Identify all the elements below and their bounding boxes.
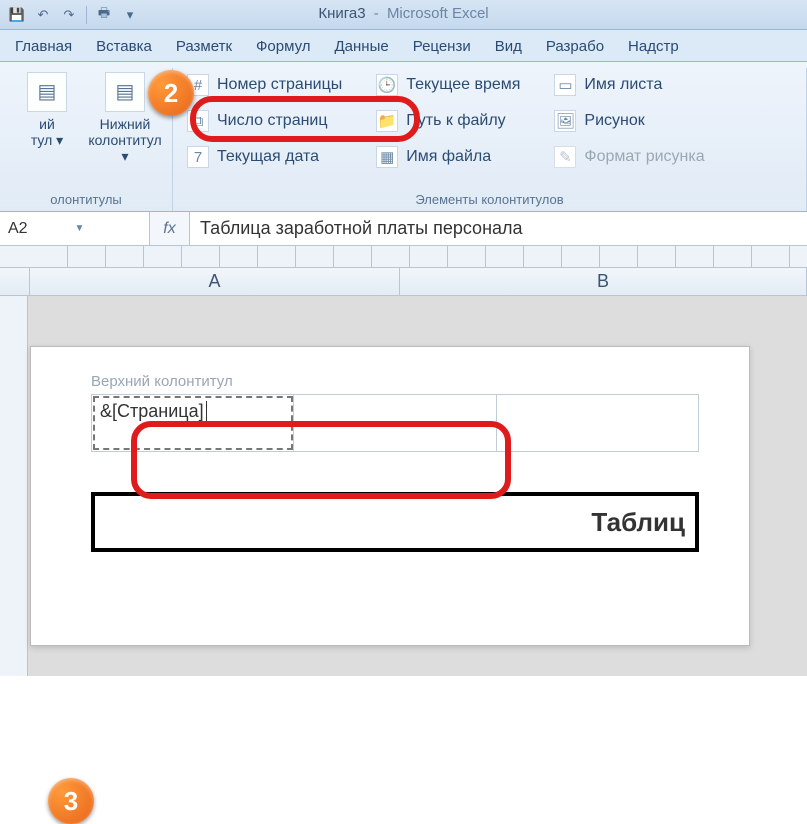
horizontal-ruler	[0, 246, 807, 268]
clock-icon: 🕒	[376, 74, 398, 96]
cmd-current-time-label: Текущее время	[406, 76, 520, 94]
bottom-footer-label-l2: колонтитул ▾	[86, 132, 164, 164]
header-left-value: &[Страница]	[100, 401, 204, 421]
app-name: Microsoft Excel	[387, 5, 489, 22]
format-picture-icon: ✎	[554, 146, 576, 168]
tab-review[interactable]: Рецензи	[402, 31, 482, 61]
cmd-file-name[interactable]: ▦ Имя файла	[370, 144, 526, 170]
cmd-current-date-label: Текущая дата	[217, 148, 319, 166]
worksheet-area: Верхний колонтитул &[Страница] Таблиц 3	[0, 296, 807, 676]
header-center-cell[interactable]	[294, 395, 496, 451]
filename-icon: ▦	[376, 146, 398, 168]
annotation-step-2: 2	[148, 70, 194, 116]
title-bar: 💾 ↶ ↷ 🖶 ▾ Книга3 - Microsoft Excel	[0, 0, 807, 30]
tab-formulas[interactable]: Формул	[245, 31, 322, 61]
header-left-cell[interactable]: &[Страница]	[92, 395, 294, 451]
cmd-sheet-name-label: Имя листа	[584, 76, 662, 94]
page-preview: Верхний колонтитул &[Страница] Таблиц	[30, 346, 750, 646]
column-header-a[interactable]: A	[30, 268, 400, 295]
top-header-label-l1: ий	[39, 116, 55, 132]
tab-addins[interactable]: Надстр	[617, 31, 690, 61]
page-count-icon: ⧉	[187, 110, 209, 132]
formula-input[interactable]: Таблица заработной платы персонала	[190, 212, 807, 245]
top-header-label-l2: тул ▾	[31, 132, 63, 148]
tab-home[interactable]: Главная	[4, 31, 83, 61]
cmd-current-date[interactable]: 7 Текущая дата	[181, 144, 348, 170]
header-icon: ▤	[27, 72, 67, 112]
header-section-label: Верхний колонтитул	[91, 373, 699, 390]
cmd-page-count-label: Число страниц	[217, 112, 328, 130]
footer-icon: ▤	[105, 72, 145, 112]
ribbon-group-headerfooter: ▤ ий тул ▾ ▤ Нижний колонтитул ▾ олонтит…	[0, 68, 173, 211]
date-icon: 7	[187, 146, 209, 168]
tab-pagelayout[interactable]: Разметк	[165, 31, 243, 61]
filepath-icon: 📁	[376, 110, 398, 132]
title-dash: -	[374, 5, 379, 22]
cmd-current-time[interactable]: 🕒 Текущее время	[370, 72, 526, 98]
tab-data[interactable]: Данные	[324, 31, 400, 61]
body-table-fragment: Таблиц	[91, 492, 699, 552]
ribbon-body: ▤ ий тул ▾ ▤ Нижний колонтитул ▾ олонтит…	[0, 62, 807, 212]
cmd-file-path[interactable]: 📁 Путь к файлу	[370, 108, 526, 134]
cmd-page-number-label: Номер страницы	[217, 76, 342, 94]
annotation-step-3: 3	[48, 778, 94, 824]
bottom-footer-label-l1: Нижний	[100, 116, 151, 132]
name-box[interactable]: A2 ▼	[0, 212, 150, 245]
cmd-format-picture: ✎ Формат рисунка	[548, 144, 710, 170]
sheetname-icon: ▭	[554, 74, 576, 96]
name-box-value: A2	[8, 220, 75, 238]
formula-bar: A2 ▼ fx Таблица заработной платы персона…	[0, 212, 807, 246]
ribbon-tabs: Главная Вставка Разметк Формул Данные Ре…	[0, 30, 807, 62]
window-title: Книга3 - Microsoft Excel	[0, 5, 807, 22]
column-header-b[interactable]: B	[400, 268, 807, 295]
cmd-sheet-name[interactable]: ▭ Имя листа	[548, 72, 710, 98]
top-header-button[interactable]: ▤ ий тул ▾	[8, 68, 86, 148]
name-box-dropdown-icon[interactable]: ▼	[75, 223, 142, 234]
cmd-picture-label: Рисунок	[584, 112, 644, 130]
header-row: &[Страница]	[91, 394, 699, 452]
body-table-text: Таблиц	[591, 507, 685, 538]
cmd-format-picture-label: Формат рисунка	[584, 148, 704, 166]
cmd-picture[interactable]: 🖼 Рисунок	[548, 108, 710, 134]
group-label-elements: Элементы колонтитулов	[181, 192, 798, 211]
tab-insert[interactable]: Вставка	[85, 31, 163, 61]
picture-icon: 🖼	[554, 110, 576, 132]
cmd-page-count[interactable]: ⧉ Число страниц	[181, 108, 348, 134]
document-name: Книга3	[318, 5, 365, 22]
vertical-ruler	[0, 296, 28, 676]
fx-button[interactable]: fx	[150, 212, 190, 245]
tab-view[interactable]: Вид	[484, 31, 533, 61]
group-label-headerfooter: олонтитулы	[8, 192, 164, 211]
tab-developer[interactable]: Разрабо	[535, 31, 615, 61]
header-right-cell[interactable]	[497, 395, 698, 451]
cmd-file-name-label: Имя файла	[406, 148, 491, 166]
cmd-page-number[interactable]: # Номер страницы	[181, 72, 348, 98]
text-cursor	[206, 401, 207, 423]
select-all-corner[interactable]	[0, 268, 30, 295]
cmd-file-path-label: Путь к файлу	[406, 112, 505, 130]
ribbon-group-elements: # Номер страницы ⧉ Число страниц 7 Текущ…	[173, 68, 807, 211]
column-headers: A B	[0, 268, 807, 296]
